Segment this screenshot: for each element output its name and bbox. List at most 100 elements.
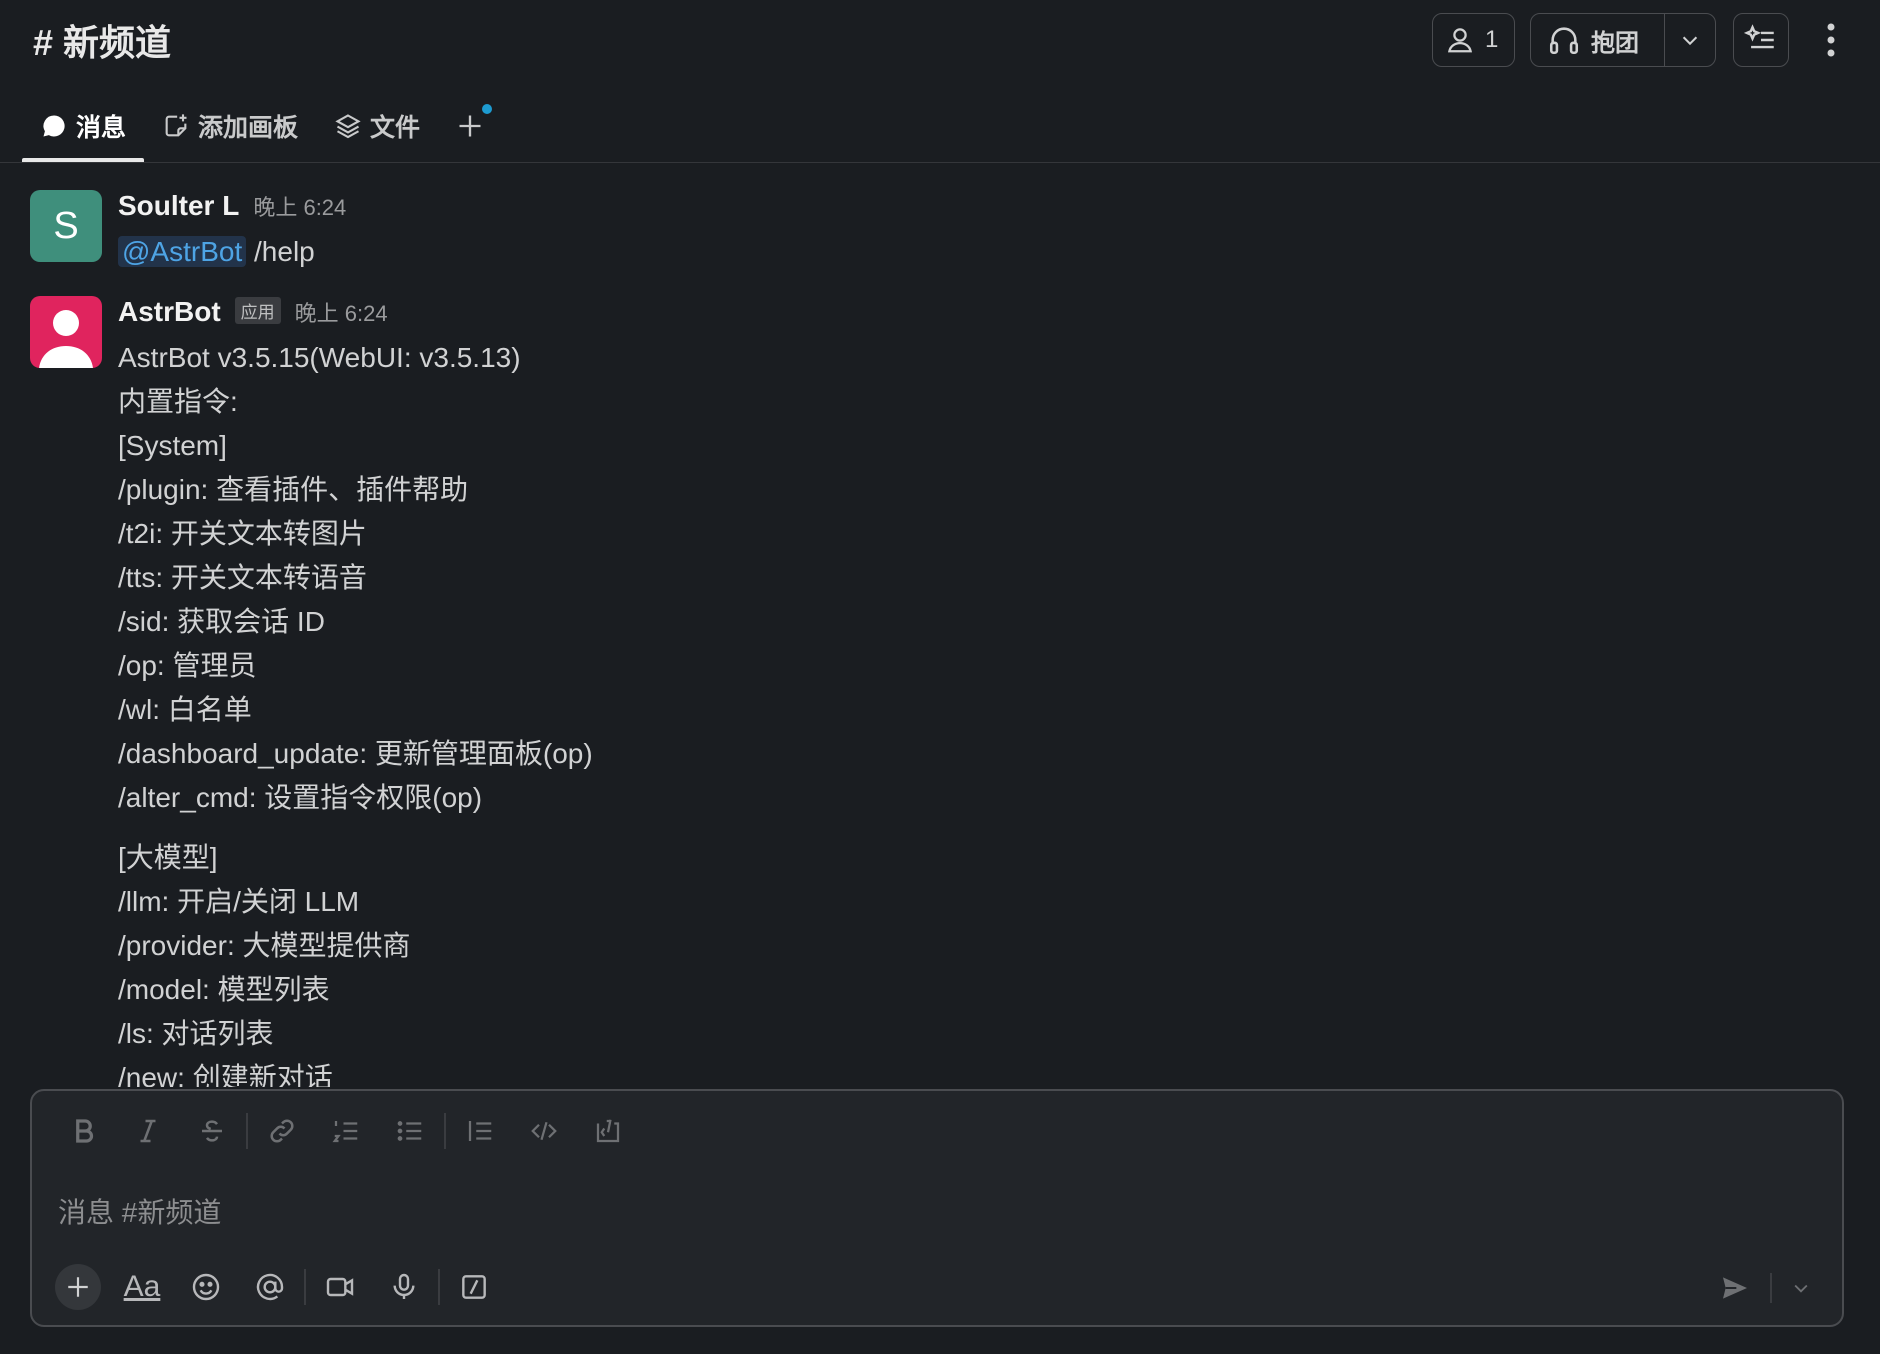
sender-name[interactable]: AstrBot [118, 296, 221, 328]
smiley-icon [190, 1271, 222, 1303]
message-header: Soulter L 晚上 6:24 [118, 190, 1818, 230]
more-options-button[interactable] [1818, 20, 1844, 60]
message-line: [大模型] [118, 842, 218, 873]
message-line: /ls: 对话列表 [118, 1018, 274, 1049]
message-body: AstrBot 应用 晚上 6:24 AstrBot v3.5.15(WebUI… [118, 296, 1818, 1087]
toolbar-divider [1770, 1273, 1772, 1303]
tab-add-canvas[interactable]: 添加画板 [144, 102, 316, 150]
app-badge: 应用 [234, 297, 281, 324]
kebab-icon [1826, 22, 1836, 58]
layers-icon [334, 112, 362, 140]
avatar-letter: S [53, 204, 79, 247]
members-button[interactable]: 1 [1432, 13, 1515, 67]
chevron-down-icon [1679, 29, 1701, 51]
person-icon [1445, 25, 1475, 55]
emoji-button[interactable] [174, 1261, 238, 1313]
video-camera-icon [324, 1271, 356, 1303]
send-options-button[interactable] [1778, 1265, 1824, 1311]
italic-icon [133, 1116, 163, 1146]
italic-button[interactable] [116, 1105, 180, 1157]
add-tab-button[interactable] [438, 102, 502, 150]
send-button[interactable] [1712, 1265, 1758, 1311]
message-line: /alter_cmd: 设置指令权限(op) [118, 782, 483, 813]
audio-clip-button[interactable] [372, 1261, 436, 1313]
message-line: /plugin: 查看插件、插件帮助 [118, 474, 469, 505]
message-text: AstrBot v3.5.15(WebUI: v3.5.13) 内置指令: [S… [118, 336, 1818, 1087]
sender-name[interactable]: Soulter L [118, 190, 239, 222]
canvas-add-icon [162, 112, 190, 140]
tab-add-canvas-label: 添加画板 [198, 114, 299, 142]
channel-title[interactable]: # 新频道 [33, 14, 171, 66]
toolbar-divider [444, 1113, 446, 1149]
huddle-options-button[interactable] [1665, 14, 1715, 66]
channel-tabs: 消息 添加画板 文件 [22, 102, 502, 163]
tab-messages-label: 消息 [76, 114, 127, 142]
message-composer[interactable]: 消息 #新频道 Aa [30, 1089, 1844, 1327]
code-block-icon [593, 1116, 623, 1146]
message-input[interactable]: 消息 #新频道 [58, 1191, 221, 1231]
huddle-button[interactable]: 抱团 [1531, 14, 1665, 66]
format-label: Aa [123, 1270, 161, 1303]
bulleted-list-icon [395, 1116, 425, 1146]
message-header: AstrBot 应用 晚上 6:24 [118, 296, 1818, 336]
strikethrough-icon [197, 1116, 227, 1146]
message-line: /llm: 开启/关闭 LLM [118, 886, 360, 917]
toolbar-divider [438, 1269, 440, 1305]
microphone-icon [388, 1271, 420, 1303]
sparkle-list-icon [1744, 23, 1778, 57]
plus-icon [55, 1264, 101, 1310]
channel-canvas-button[interactable] [1733, 13, 1789, 67]
chevron-down-icon [1791, 1278, 1811, 1298]
bold-icon [69, 1116, 99, 1146]
mention-button[interactable] [238, 1261, 302, 1313]
blockquote-icon [465, 1116, 495, 1146]
formatting-toolbar [52, 1105, 640, 1157]
blockquote-button[interactable] [448, 1105, 512, 1157]
message-timestamp[interactable]: 晚上 6:24 [253, 190, 346, 222]
bulleted-list-button[interactable] [378, 1105, 442, 1157]
code-button[interactable] [512, 1105, 576, 1157]
ordered-list-icon [331, 1116, 361, 1146]
huddle-label: 抱团 [1591, 29, 1639, 57]
tab-files-label: 文件 [370, 114, 421, 142]
shortcuts-button[interactable] [442, 1261, 506, 1313]
message-list[interactable]: S Soulter L 晚上 6:24 @AstrBot /help AstrB… [0, 175, 1880, 1087]
message-line: /wl: 白名单 [118, 694, 252, 725]
formatting-toggle-button[interactable]: Aa [110, 1261, 174, 1313]
message-timestamp[interactable]: 晚上 6:24 [295, 296, 388, 328]
video-clip-button[interactable] [308, 1261, 372, 1313]
message-line: /model: 模型列表 [118, 974, 330, 1005]
member-count: 1 [1485, 26, 1499, 53]
message-text: @AstrBot /help [118, 230, 1818, 274]
message-line: /sid: 获取会话 ID [118, 606, 325, 637]
new-indicator-dot [482, 104, 493, 114]
at-sign-icon [254, 1271, 286, 1303]
send-icon [1719, 1272, 1751, 1304]
message-body: Soulter L 晚上 6:24 @AstrBot /help [118, 190, 1818, 274]
channel-header: # 新频道 1 抱团 消息 添加画板 文件 [0, 0, 1880, 163]
mention-link[interactable]: @AstrBot [118, 236, 247, 267]
code-block-button[interactable] [576, 1105, 640, 1157]
plus-icon [456, 112, 484, 140]
headphones-icon [1547, 23, 1581, 57]
message-line: /new: 创建新对话 [118, 1062, 333, 1087]
user-silhouette-icon [30, 296, 102, 368]
bold-button[interactable] [52, 1105, 116, 1157]
composer-actions: Aa [46, 1261, 506, 1313]
attach-button[interactable] [46, 1261, 110, 1313]
avatar[interactable]: S [30, 190, 102, 262]
slash-command-icon [458, 1271, 490, 1303]
tab-messages[interactable]: 消息 [22, 102, 145, 162]
message-line: 内置指令: [118, 386, 238, 417]
link-button[interactable] [250, 1105, 314, 1157]
message-line: /provider: 大模型提供商 [118, 930, 411, 961]
message-line: [System] [118, 430, 227, 461]
ordered-list-button[interactable] [314, 1105, 378, 1157]
tab-files[interactable]: 文件 [316, 102, 438, 150]
message-line: /op: 管理员 [118, 650, 257, 681]
avatar[interactable] [30, 296, 102, 368]
toolbar-divider [246, 1113, 248, 1149]
message-command: /help [246, 236, 315, 267]
strikethrough-button[interactable] [180, 1105, 244, 1157]
